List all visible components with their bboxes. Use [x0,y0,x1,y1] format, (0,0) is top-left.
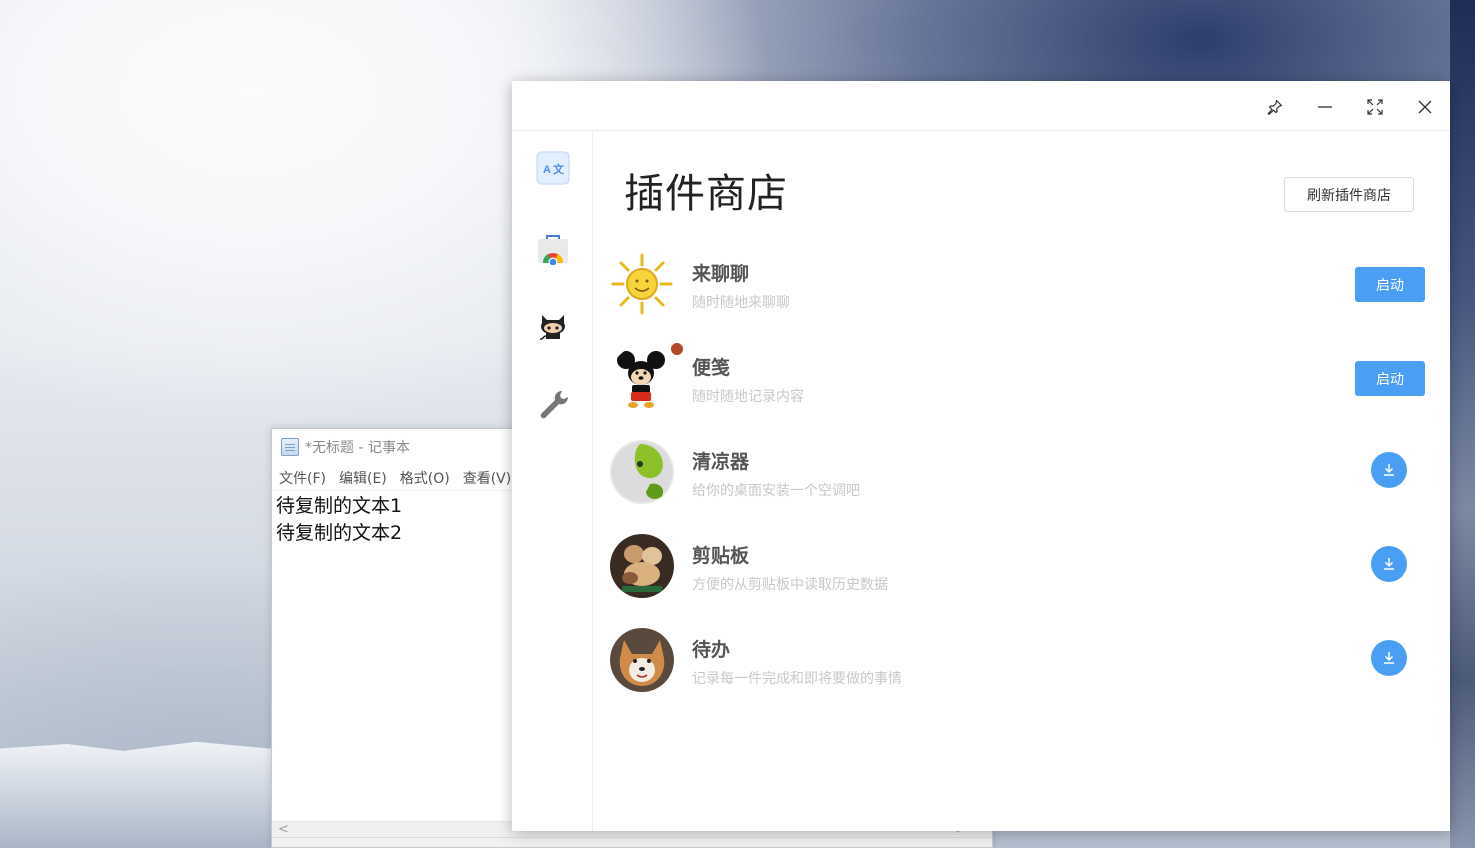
plugin-description: 方便的从剪贴板中读取历史数据 [692,577,888,593]
plugin-row-chat: 来聊聊 随时随地来聊聊 启动 [610,249,1430,319]
menu-edit[interactable]: 编辑(E) [339,468,387,488]
plugin-row-cooler: 清凉器 给你的桌面安装一个空调吧 [610,437,1430,507]
plugin-name: 便笺 [692,357,731,379]
plugin-name: 来聊聊 [692,263,750,285]
close-icon[interactable] [1412,94,1438,120]
maximize-icon[interactable] [1362,94,1388,120]
start-button[interactable]: 启动 [1355,361,1425,396]
menu-file[interactable]: 文件(F) [279,468,326,488]
sidebar: A 文 [512,131,593,831]
start-button[interactable]: 启动 [1355,267,1425,302]
plugin-name: 待办 [692,639,731,661]
scroll-left-arrow-icon[interactable]: < [278,822,289,837]
fan-avatar [610,440,674,504]
plugin-description: 随时随地来聊聊 [692,295,790,311]
svg-text:文: 文 [553,162,565,176]
notepad-title: *无标题 - 记事本 [305,440,410,456]
download-icon[interactable] [1371,452,1407,488]
plugin-description: 记录每一件完成和即将要做的事情 [692,671,902,687]
mouse-avatar [610,346,674,410]
menu-view[interactable]: 查看(V) [463,468,512,488]
download-icon[interactable] [1371,546,1407,582]
plugin-store-window: A 文 插件商店 刷新插件商店 来聊聊 随时随地来聊聊 启动 便笺 随时随地记录… [512,81,1450,831]
dog-avatar [610,628,674,692]
minimize-icon[interactable] [1312,94,1338,120]
store-icon[interactable] [536,231,570,265]
plugin-row-notes: 便笺 随时随地记录内容 启动 [610,343,1430,413]
plugin-description: 随时随地记录内容 [692,389,804,405]
github-icon[interactable] [536,309,570,343]
pin-icon[interactable] [1262,94,1288,120]
plugin-name: 清凉器 [692,451,750,473]
wrench-icon[interactable] [536,387,570,421]
store-main: 插件商店 刷新插件商店 来聊聊 随时随地来聊聊 启动 便笺 随时随地记录内容 启… [594,131,1450,831]
plugin-description: 给你的桌面安装一个空调吧 [692,483,860,499]
plugin-row-todo: 待办 记录每一件完成和即将要做的事情 [610,625,1430,695]
notification-dot [671,343,683,355]
notepad-statusbar [272,837,992,847]
translate-icon[interactable]: A 文 [536,151,570,185]
refresh-store-button[interactable]: 刷新插件商店 [1284,177,1414,212]
plugin-name: 剪贴板 [692,545,750,567]
desktop-background-edge [1450,0,1475,848]
app-titlebar[interactable] [512,81,1450,131]
cat-avatar [610,534,674,598]
download-icon[interactable] [1371,640,1407,676]
notepad-icon [281,438,299,456]
menu-format[interactable]: 格式(O) [400,468,450,488]
sun-avatar [610,252,674,316]
page-title: 插件商店 [624,171,788,217]
plugin-row-clipboard: 剪贴板 方便的从剪贴板中读取历史数据 [610,531,1430,601]
svg-text:A: A [543,164,551,176]
